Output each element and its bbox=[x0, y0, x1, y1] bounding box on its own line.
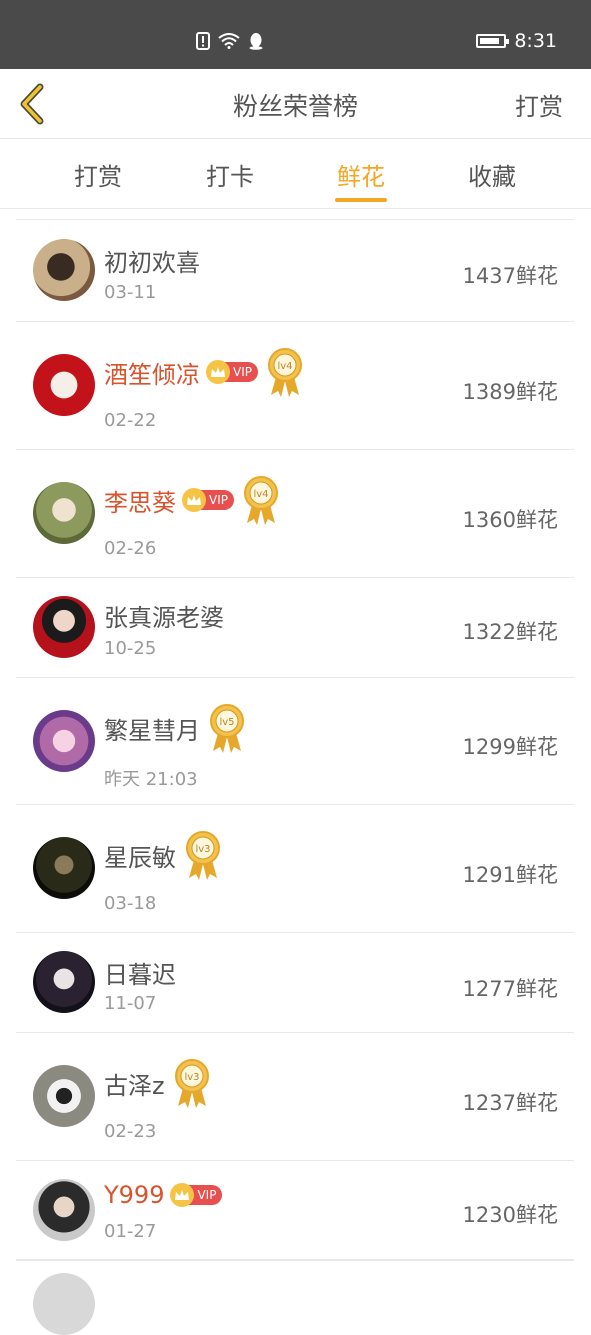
fan-list: 初初欢喜 03-11 1437鲜花 酒笙倾凉 VIP lv4 02-22 138… bbox=[16, 219, 574, 1335]
avatar bbox=[33, 1065, 95, 1127]
fan-date: 03-11 bbox=[104, 282, 157, 303]
avatar bbox=[33, 951, 95, 1013]
tab-checkin[interactable]: 打卡 bbox=[185, 157, 275, 192]
fan-name: 繁星彗月 lv5 bbox=[104, 703, 246, 753]
list-item[interactable]: 日暮迟 11-07 1277鲜花 bbox=[16, 932, 574, 1032]
fan-name: 初初欢喜 bbox=[104, 249, 200, 277]
fan-date: 11-07 bbox=[104, 993, 157, 1014]
fan-name: 张真源老婆 bbox=[104, 604, 224, 632]
status-icons bbox=[196, 32, 264, 50]
crown-icon bbox=[206, 360, 230, 384]
flower-count: 1322鲜花 bbox=[462, 620, 558, 644]
vip-badge: VIP bbox=[206, 360, 258, 384]
svg-text:lv3: lv3 bbox=[195, 844, 210, 855]
flower-count: 1230鲜花 bbox=[462, 1203, 558, 1227]
flower-count: 1389鲜花 bbox=[462, 380, 558, 404]
level-medal-icon: lv4 bbox=[267, 348, 302, 397]
flower-count: 1277鲜花 bbox=[462, 977, 558, 1001]
page-title: 粉丝荣誉榜 bbox=[232, 92, 358, 121]
avatar bbox=[33, 596, 95, 658]
fan-date: 10-25 bbox=[104, 638, 157, 659]
svg-text:lv3: lv3 bbox=[184, 1072, 199, 1083]
svg-text:lv4: lv4 bbox=[253, 489, 268, 500]
svg-text:lv5: lv5 bbox=[219, 717, 234, 728]
list-item[interactable]: 星辰敏 lv3 03-18 1291鲜花 bbox=[16, 804, 574, 932]
wifi-icon bbox=[218, 33, 240, 49]
fan-name: 星辰敏 lv3 bbox=[104, 830, 222, 880]
vip-badge: VIP bbox=[182, 488, 234, 512]
flower-count: 1360鲜花 bbox=[462, 508, 558, 532]
level-medal-icon: lv3 bbox=[174, 1059, 209, 1108]
level-medal-icon: lv4 bbox=[243, 476, 278, 525]
alert-icon bbox=[196, 32, 210, 50]
fan-date: 02-22 bbox=[104, 410, 157, 431]
status-bar: 8:31 bbox=[0, 0, 591, 69]
fan-name: Y999 VIP bbox=[104, 1181, 223, 1209]
list-item[interactable]: 古泽z lv3 02-23 1237鲜花 bbox=[16, 1032, 574, 1160]
avatar bbox=[33, 482, 95, 544]
fan-date: 02-23 bbox=[104, 1121, 157, 1142]
reward-button[interactable]: 打赏 bbox=[515, 87, 563, 122]
crown-icon bbox=[170, 1183, 195, 1207]
level-medal-icon: lv5 bbox=[210, 704, 244, 753]
tab-flowers[interactable]: 鲜花 bbox=[316, 157, 406, 192]
avatar bbox=[33, 1273, 95, 1335]
fan-date: 01-27 bbox=[104, 1221, 157, 1242]
avatar bbox=[33, 354, 95, 416]
status-right: 8:31 bbox=[476, 30, 557, 52]
fan-name: 酒笙倾凉 VIP lv4 bbox=[104, 347, 304, 397]
level-medal-icon: lv3 bbox=[186, 831, 220, 880]
flower-count: 1299鲜花 bbox=[462, 735, 558, 759]
title-bar: 粉丝荣誉榜 打赏 bbox=[0, 69, 591, 139]
list-item[interactable]: 张真源老婆 10-25 1322鲜花 bbox=[16, 577, 574, 677]
fan-date: 02-26 bbox=[104, 538, 157, 559]
status-time: 8:31 bbox=[514, 30, 557, 52]
list-item[interactable]: 酒笙倾凉 VIP lv4 02-22 1389鲜花 bbox=[16, 321, 574, 449]
avatar bbox=[33, 239, 95, 301]
avatar bbox=[33, 1179, 95, 1241]
avatar bbox=[33, 837, 95, 899]
vip-badge: VIP bbox=[170, 1183, 223, 1207]
list-item[interactable]: 初初欢喜 03-11 1437鲜花 bbox=[16, 219, 574, 321]
fan-name: 李思葵 VIP lv4 bbox=[104, 475, 280, 525]
fan-name: 古泽z lv3 bbox=[104, 1058, 211, 1108]
tab-favorites[interactable]: 收藏 bbox=[447, 157, 537, 192]
flower-count: 1437鲜花 bbox=[462, 264, 558, 288]
tab-reward[interactable]: 打赏 bbox=[53, 157, 143, 192]
list-item[interactable]: 李思葵 VIP lv4 02-26 1360鲜花 bbox=[16, 449, 574, 577]
fan-name: 日暮迟 bbox=[104, 961, 176, 989]
avatar bbox=[33, 710, 95, 772]
crown-icon bbox=[182, 488, 206, 512]
flower-count: 1291鲜花 bbox=[462, 863, 558, 887]
tab-active-indicator bbox=[335, 198, 387, 202]
list-item[interactable]: Y999 VIP 01-27 1230鲜花 bbox=[16, 1160, 574, 1260]
list-item[interactable]: 繁星彗月 lv5 昨天 21:03 1299鲜花 bbox=[16, 677, 574, 804]
fan-date: 昨天 21:03 bbox=[104, 769, 198, 790]
fan-date: 03-18 bbox=[104, 893, 157, 914]
svg-text:lv4: lv4 bbox=[277, 361, 292, 372]
tab-bar: 打赏 打卡 鲜花 收藏 bbox=[0, 139, 591, 209]
list-item[interactable] bbox=[16, 1260, 574, 1335]
qq-icon bbox=[249, 33, 263, 50]
battery-icon bbox=[476, 34, 510, 48]
flower-count: 1237鲜花 bbox=[462, 1091, 558, 1115]
